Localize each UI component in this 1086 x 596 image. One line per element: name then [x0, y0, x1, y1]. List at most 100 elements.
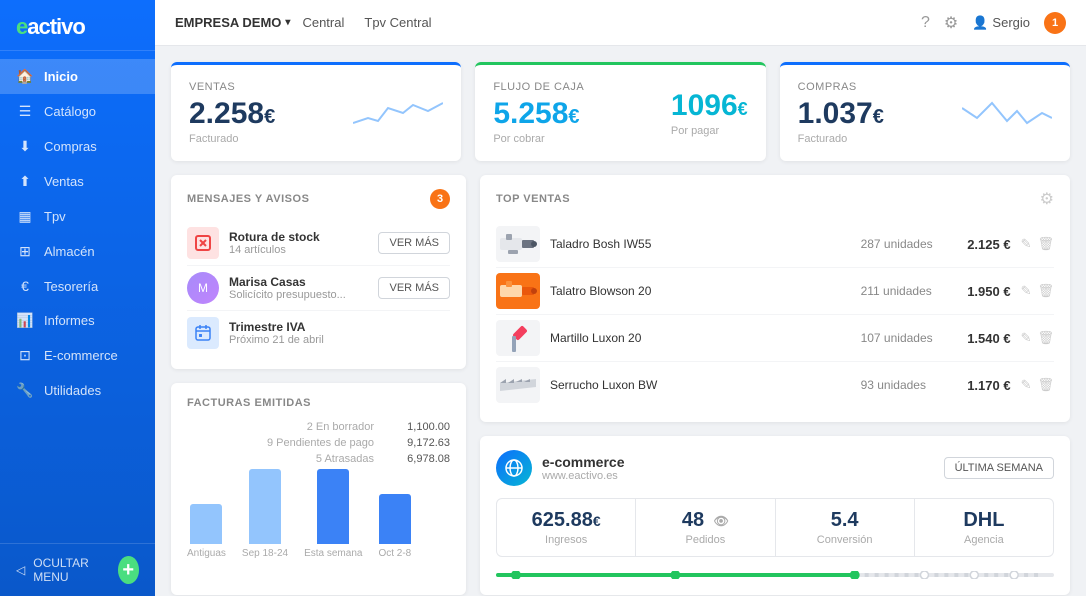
sidebar-item-tpv[interactable]: ▦ Tpv — [0, 199, 155, 234]
edit-icon-0[interactable]: ✎ — [1021, 236, 1032, 252]
bar-sep-bar — [249, 469, 281, 544]
sidebar-item-label: Tesorería — [44, 279, 98, 294]
ecommerce-icon: ⊡ — [16, 347, 34, 364]
sidebar-item-inicio[interactable]: 🏠 Inicio — [0, 59, 155, 94]
conversion-value: 5.4 — [790, 509, 900, 532]
gear-icon[interactable]: ⚙ — [944, 13, 958, 33]
ventas-chart — [353, 93, 443, 133]
product-units-0: 287 unidades — [861, 237, 941, 251]
kpi-flujo: FLUJO DE CAJA 5.258€ Por cobrar 1096€ Po… — [475, 62, 765, 161]
settings-icon[interactable]: ⚙ — [1040, 189, 1054, 209]
sidebar-footer[interactable]: ◁ OCULTAR MENU + — [0, 543, 155, 596]
progress-bar — [496, 571, 1054, 579]
flujo-pagar-value: 1096€ — [671, 89, 748, 123]
product-actions-1: ✎ 🗑 — [1021, 283, 1054, 299]
delete-icon-1[interactable]: 🗑 — [1037, 283, 1054, 299]
late-label: 5 Atrasadas — [316, 453, 374, 465]
ecom-stat-ingresos: 625.88€ Ingresos — [497, 499, 636, 556]
sidebar-item-catalogo[interactable]: ☰ Catálogo — [0, 94, 155, 129]
delete-icon-2[interactable]: 🗑 — [1037, 330, 1054, 346]
conversion-label: Conversión — [790, 534, 900, 546]
treasury-icon: € — [16, 278, 34, 294]
iva-sub: Próximo 21 de abril — [229, 334, 450, 346]
product-name-1: Talatro Blowson 20 — [550, 284, 851, 298]
ecom-url: www.eactivo.es — [542, 470, 625, 482]
edit-icon-3[interactable]: ✎ — [1021, 377, 1032, 393]
iva-content: Trimestre IVA Próximo 21 de abril — [229, 320, 450, 346]
ecommerce-card: e-commerce www.eactivo.es ÚLTIMA SEMANA … — [480, 436, 1070, 595]
middle-row: MENSAJES Y AVISOS 3 Rotura de stock 14 a… — [171, 175, 1070, 595]
flujo-cobrar-sub: Por cobrar — [493, 133, 584, 145]
sidebar-item-compras[interactable]: ⬇ Compras — [0, 129, 155, 164]
product-name-3: Serrucho Luxon BW — [550, 378, 851, 392]
topbar-link-tpv[interactable]: Tpv Central — [356, 15, 439, 30]
invoices-card: FACTURAS EMITIDAS 2 En borrador 1,100.00… — [171, 383, 466, 595]
product-price-1: 1.950 € — [951, 284, 1011, 299]
stock-ver-mas-button[interactable]: VER MÁS — [378, 232, 450, 254]
product-img-drill2 — [496, 273, 540, 309]
message-item-iva: Trimestre IVA Próximo 21 de abril — [187, 311, 450, 355]
product-price-2: 1.540 € — [951, 331, 1011, 346]
empresa-name: EMPRESA DEMO — [175, 15, 281, 30]
notification-badge[interactable]: 1 — [1044, 12, 1066, 34]
messages-badge: 3 — [430, 189, 450, 209]
delete-icon-3[interactable]: 🗑 — [1037, 377, 1054, 393]
ventas-sub: Facturado — [189, 133, 275, 145]
progress-svg — [496, 571, 1054, 579]
empresa-selector[interactable]: EMPRESA DEMO ▾ — [175, 15, 290, 30]
pending-label: 9 Pendientes de pago — [267, 437, 374, 449]
ingresos-label: Ingresos — [511, 534, 621, 546]
bar-oct: Oct 2-8 — [378, 494, 411, 559]
marisa-avatar: M — [187, 272, 219, 304]
agencia-value: DHL — [929, 509, 1039, 532]
product-actions-0: ✎ 🗑 — [1021, 236, 1054, 252]
sidebar-item-label: Inicio — [44, 69, 78, 84]
help-icon[interactable]: ? — [921, 14, 930, 32]
sidebar-item-label: Almacén — [44, 244, 95, 259]
stock-title: Rotura de stock — [229, 230, 368, 244]
bar-antiguas-label: Antiguas — [187, 548, 226, 559]
invoice-stats: 2 En borrador 1,100.00 9 Pendientes de p… — [187, 421, 450, 465]
reports-icon: 📊 — [16, 312, 34, 329]
invoices-header: FACTURAS EMITIDAS — [187, 397, 450, 409]
product-name-2: Martillo Luxon 20 — [550, 331, 851, 345]
messages-card: MENSAJES Y AVISOS 3 Rotura de stock 14 a… — [171, 175, 466, 369]
chevron-down-icon: ▾ — [285, 17, 290, 28]
top-ventas-card: TOP VENTAS ⚙ Taladro Bosh IW55 287 unida… — [480, 175, 1070, 422]
product-units-1: 211 unidades — [861, 284, 941, 298]
sidebar-item-tesoreria[interactable]: € Tesorería — [0, 269, 155, 303]
stock-content: Rotura de stock 14 artículos — [229, 230, 368, 256]
home-icon: 🏠 — [16, 68, 34, 85]
product-img-saw — [496, 367, 540, 403]
user-menu[interactable]: 👤 Sergio — [972, 15, 1030, 31]
product-name-0: Taladro Bosh IW55 — [550, 237, 851, 251]
iva-title: Trimestre IVA — [229, 320, 450, 334]
bar-oct-bar — [379, 494, 411, 544]
draft-value: 1,100.00 — [390, 421, 450, 433]
ecom-stat-agencia: DHL Agencia — [915, 499, 1053, 556]
sidebar-item-informes[interactable]: 📊 Informes — [0, 303, 155, 338]
sidebar-item-label: Ventas — [44, 174, 84, 189]
bar-sep-label: Sep 18-24 — [242, 548, 288, 559]
edit-icon-1[interactable]: ✎ — [1021, 283, 1032, 299]
sidebar: eactivo 🏠 Inicio ☰ Catálogo ⬇ Compras ⬆ … — [0, 0, 155, 596]
product-actions-2: ✎ 🗑 — [1021, 330, 1054, 346]
sidebar-item-ecommerce[interactable]: ⊡ E-commerce — [0, 338, 155, 373]
messages-title: MENSAJES Y AVISOS — [187, 193, 309, 205]
sidebar-item-ventas[interactable]: ⬆ Ventas — [0, 164, 155, 199]
sidebar-item-almacen[interactable]: ⊞ Almacén — [0, 234, 155, 269]
bar-oct-label: Oct 2-8 — [378, 548, 411, 559]
late-value: 6,978.08 — [390, 453, 450, 465]
topbar-link-central[interactable]: Central — [294, 15, 352, 30]
delete-icon-0[interactable]: 🗑 — [1037, 236, 1054, 252]
top-ventas-title: TOP VENTAS — [496, 193, 570, 205]
sidebar-item-utilidades[interactable]: 🔧 Utilidades — [0, 373, 155, 408]
marisa-ver-mas-button[interactable]: VER MÁS — [378, 277, 450, 299]
warehouse-icon: ⊞ — [16, 243, 34, 260]
pending-value: 9,172.63 — [390, 437, 450, 449]
edit-icon-2[interactable]: ✎ — [1021, 330, 1032, 346]
bar-antiguas: Antiguas — [187, 504, 226, 559]
ultima-semana-button[interactable]: ÚLTIMA SEMANA — [944, 457, 1054, 479]
add-button[interactable]: + — [118, 556, 139, 584]
marisa-title: Marisa Casas — [229, 275, 368, 289]
